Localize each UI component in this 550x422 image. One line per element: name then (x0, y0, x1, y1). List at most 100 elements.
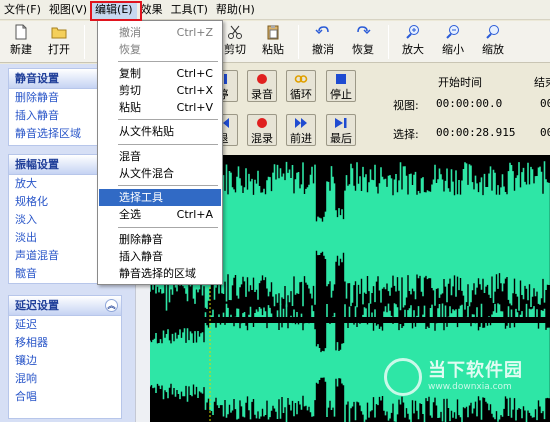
selection-end-value: 00:00:00.0 (540, 126, 550, 139)
new-button-label: 新建 (10, 43, 32, 56)
folder-icon (51, 27, 67, 39)
undo-button-label: 撤消 (312, 43, 334, 56)
cut-button[interactable]: 剪切 (218, 22, 252, 60)
end-button[interactable]: 最后 (326, 114, 356, 146)
record-icon (257, 74, 267, 84)
menu-separator (118, 119, 218, 120)
record-button[interactable]: 录音 (247, 70, 277, 102)
menubar: 文件(F) 视图(V) 编辑(E) 效果 工具(T) 帮助(H) (0, 0, 550, 20)
scissors-icon (228, 25, 242, 39)
menu-item-mix-from-file[interactable]: 从文件混合 (99, 165, 221, 182)
menu-item-paste-from-file-label: 从文件粘贴 (119, 125, 174, 138)
menu-effects[interactable]: 效果 (137, 1, 167, 19)
menu-item-redo[interactable]: 恢复 (99, 41, 221, 58)
menu-item-cut-label: 剪切 (119, 84, 141, 97)
end-time-header: 结束 (534, 76, 550, 89)
zoom-button[interactable]: 缩放 (476, 22, 510, 60)
new-file-icon (15, 24, 27, 40)
audio-editor-window: 文件(F) 视图(V) 编辑(E) 效果 工具(T) 帮助(H) 新建 打开 剪… (0, 0, 550, 422)
menu-item-cut[interactable]: 剪切 Ctrl+X (99, 82, 221, 99)
menu-file[interactable]: 文件(F) (0, 1, 45, 19)
toolbar-separator (298, 25, 299, 59)
record-icon (257, 118, 267, 128)
zoom-out-button-label: 缩小 (442, 43, 464, 56)
selection-start-value: 00:00:28.915 (436, 126, 516, 139)
menu-item-selection-tool-label: 选择工具 (119, 191, 163, 204)
menu-item-select-all-label: 全选 (119, 208, 141, 221)
toolbar-separator (84, 25, 85, 59)
menu-item-paste[interactable]: 粘贴 Ctrl+V (99, 99, 221, 116)
stop-button[interactable]: 停止 (326, 70, 356, 102)
cut-button-label: 剪切 (224, 43, 246, 56)
zoom-out-icon (446, 25, 459, 39)
sidebar-item-delay[interactable]: 延迟 (9, 316, 121, 334)
view-label: 视图: (393, 99, 419, 112)
watermark-url: www.downxia.com (428, 382, 512, 392)
menu-edit[interactable]: 编辑(E) (91, 0, 137, 19)
menu-item-silence-selection[interactable]: 静音选择的区域 (99, 265, 221, 282)
menu-tools[interactable]: 工具(T) (167, 1, 212, 19)
sidebar-item-chorus[interactable]: 合唱 (9, 388, 121, 406)
selection-label: 选择: (393, 128, 419, 141)
zoom-in-button[interactable]: 放大 (396, 22, 430, 60)
menu-item-selection-tool[interactable]: 选择工具 (99, 189, 221, 206)
view-end-value: 00:00:00.0 (540, 97, 550, 110)
zoom-button-label: 缩放 (482, 43, 504, 56)
menu-view[interactable]: 视图(V) (45, 1, 91, 19)
sidebar-item-flanger[interactable]: 镶边 (9, 352, 121, 370)
mix-record-button[interactable]: 混录 (247, 114, 277, 146)
loop-button[interactable]: 循环 (286, 70, 316, 102)
clipboard-icon (267, 25, 279, 40)
loop-label: 循环 (290, 88, 312, 101)
menu-item-insert-silence-label: 插入静音 (119, 250, 163, 263)
open-button[interactable]: 打开 (42, 22, 76, 60)
redo-icon (357, 26, 371, 35)
undo-icon (315, 26, 329, 35)
menu-item-select-all[interactable]: 全选 Ctrl+A (99, 206, 221, 223)
menu-item-delete-silence[interactable]: 删除静音 (99, 231, 221, 248)
watermark: 当下软件园 www.downxia.com (384, 356, 544, 406)
forward-label: 前进 (290, 132, 312, 145)
sidebar-item-reverb[interactable]: 混响 (9, 370, 121, 388)
fast-forward-icon (295, 118, 307, 128)
menu-separator (118, 185, 218, 186)
sidebar-item-phaser[interactable]: 移相器 (9, 334, 121, 352)
menu-item-copy-shortcut: Ctrl+C (176, 67, 213, 80)
menu-item-undo[interactable]: 撤消 Ctrl+Z (99, 24, 221, 41)
watermark-text: 当下软件园 (428, 360, 523, 381)
paste-button[interactable]: 粘贴 (256, 22, 290, 60)
menu-item-copy[interactable]: 复制 Ctrl+C (99, 65, 221, 82)
menu-item-undo-shortcut: Ctrl+Z (176, 26, 213, 39)
zoom-in-icon (406, 25, 419, 39)
menu-help[interactable]: 帮助(H) (212, 1, 259, 19)
zoom-out-button[interactable]: 缩小 (436, 22, 470, 60)
zoom-in-button-label: 放大 (402, 43, 424, 56)
menu-item-mix-label: 混音 (119, 150, 141, 163)
stop-icon (336, 74, 346, 84)
menu-item-undo-label: 撤消 (119, 26, 141, 39)
edit-menu-dropdown: 撤消 Ctrl+Z 恢复 复制 Ctrl+C 剪切 Ctrl+X 粘贴 Ctrl… (97, 20, 223, 285)
menu-item-silence-selection-label: 静音选择的区域 (119, 267, 196, 280)
delay-group: 延迟设置 ︽ 延迟 移相器 镶边 混响 合唱 (8, 295, 122, 419)
menu-item-cut-shortcut: Ctrl+X (176, 84, 213, 97)
watermark-logo (384, 358, 422, 396)
undo-button[interactable]: 撤消 (306, 22, 340, 60)
menu-item-insert-silence[interactable]: 插入静音 (99, 248, 221, 265)
collapse-chevron-icon[interactable]: ︽ (105, 299, 118, 312)
view-start-value: 00:00:00.0 (436, 97, 503, 110)
new-button[interactable]: 新建 (4, 22, 38, 60)
toolbar-separator (388, 25, 389, 59)
menu-item-delete-silence-label: 删除静音 (119, 233, 163, 246)
menu-separator (118, 227, 218, 228)
menu-item-mix[interactable]: 混音 (99, 148, 221, 165)
redo-button-label: 恢复 (352, 43, 374, 56)
paste-button-label: 粘贴 (262, 43, 284, 56)
menu-item-select-all-shortcut: Ctrl+A (176, 208, 213, 221)
delay-group-header[interactable]: 延迟设置 ︽ (9, 296, 121, 316)
menu-item-paste-from-file[interactable]: 从文件粘贴 (99, 123, 221, 140)
delay-group-title: 延迟设置 (15, 299, 59, 312)
stop-label: 停止 (330, 88, 352, 101)
end-label: 最后 (330, 132, 352, 145)
forward-button[interactable]: 前进 (286, 114, 316, 146)
redo-button[interactable]: 恢复 (346, 22, 380, 60)
